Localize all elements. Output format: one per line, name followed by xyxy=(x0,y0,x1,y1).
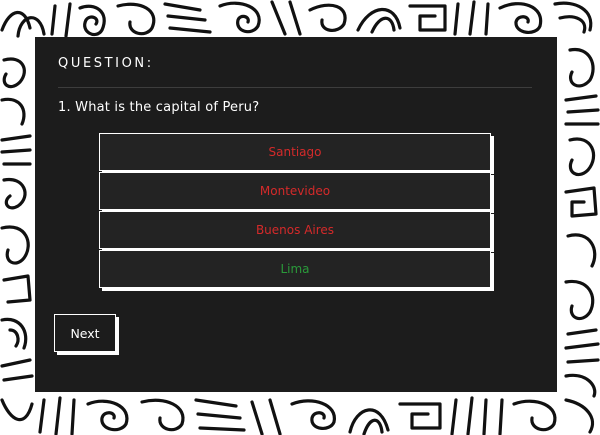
question-header: QUESTION: xyxy=(58,56,154,71)
question-text: 1. What is the capital of Peru? xyxy=(58,100,260,115)
answer-option-lima[interactable]: Lima xyxy=(99,250,491,288)
answer-option-montevideo[interactable]: Montevideo xyxy=(99,172,491,210)
answer-list: Santiago Montevideo Buenos Aires Lima xyxy=(99,133,491,289)
next-button[interactable]: Next xyxy=(54,314,116,352)
quiz-card: QUESTION: 1. What is the capital of Peru… xyxy=(35,37,557,392)
divider xyxy=(58,87,532,88)
answer-option-buenos-aires[interactable]: Buenos Aires xyxy=(99,211,491,249)
answer-option-santiago[interactable]: Santiago xyxy=(99,133,491,171)
